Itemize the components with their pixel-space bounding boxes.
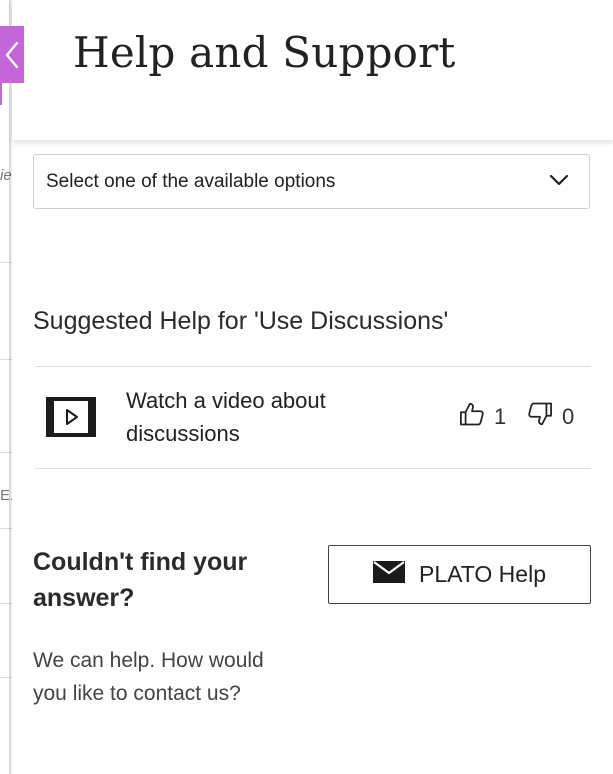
thumbs-up-count: 1 xyxy=(494,403,507,429)
list-item: Watch a video about discussions 1 0 xyxy=(35,367,591,468)
plato-help-button[interactable]: PLATO Help xyxy=(328,545,591,604)
thumbs-down-count: 0 xyxy=(562,403,575,429)
plato-help-label: PLATO Help xyxy=(419,561,546,587)
chevron-down-icon xyxy=(549,173,569,191)
topic-select-value: Select one of the available options xyxy=(46,170,336,192)
help-item-link[interactable]: Watch a video about discussions xyxy=(126,384,376,450)
help-item-title-line-1: Watch a video about xyxy=(126,388,326,413)
contact-description-line-1: We can help. How would xyxy=(33,649,264,672)
help-panel: Help and Support Select one of the avail… xyxy=(12,0,613,774)
page-title: Help and Support xyxy=(73,28,456,77)
help-item-title-line-2: discussions xyxy=(126,421,240,446)
contact-description-line-2: you like to contact us? xyxy=(33,682,241,705)
suggested-help-heading: Suggested Help for 'Use Discussions' xyxy=(33,307,449,335)
envelope-icon xyxy=(373,561,405,588)
contact-heading: Couldn't find your answer? xyxy=(33,544,293,616)
thumbs-up-icon xyxy=(458,400,486,433)
divider xyxy=(35,468,591,469)
thumbs-down-button[interactable]: 0 xyxy=(526,400,574,433)
contact-description: We can help. How would you like to conta… xyxy=(33,644,303,710)
page: ie E. Help and Support Select one of the… xyxy=(0,0,613,774)
close-panel-button[interactable] xyxy=(0,26,24,83)
panel-header: Help and Support xyxy=(12,0,613,140)
contact-heading-line-2: answer? xyxy=(33,584,135,612)
video-icon xyxy=(46,397,96,442)
thumbs-down-icon xyxy=(526,400,554,433)
chevron-left-icon xyxy=(5,40,19,70)
close-tab-accent xyxy=(0,83,2,105)
topic-select[interactable]: Select one of the available options xyxy=(33,154,590,209)
contact-heading-line-1: Couldn't find your xyxy=(33,548,248,576)
thumbs-up-button[interactable]: 1 xyxy=(458,400,506,433)
